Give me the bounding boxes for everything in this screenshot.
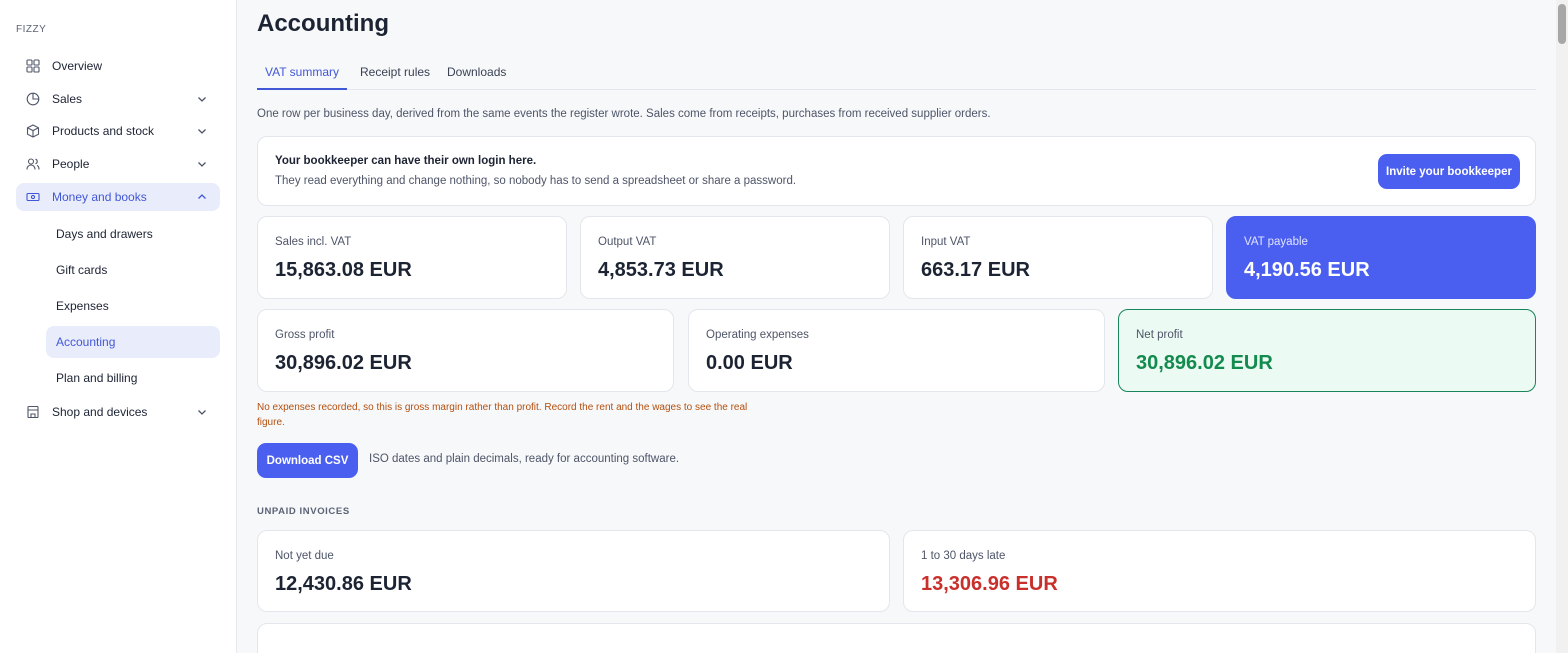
stat-value: 30,896.02 EUR — [275, 352, 412, 374]
nav-label-money-and-books: Money and books — [52, 190, 147, 204]
stat-value: 12,430.86 EUR — [275, 573, 412, 595]
nav-item-overview[interactable]: Overview — [16, 52, 220, 80]
nav-label-sales: Sales — [52, 92, 83, 106]
nav-label-overview: Overview — [52, 59, 103, 73]
chevron-down-icon — [196, 93, 208, 105]
stat-card-operating-expenses: Operating expenses 0.00 EUR — [688, 309, 1105, 392]
stat-label: Input VAT — [921, 236, 971, 248]
nav-item-money-and-books[interactable]: Money and books — [16, 183, 220, 211]
stat-label: Sales incl. VAT — [275, 236, 352, 248]
brand-name: FIZZY — [16, 24, 47, 35]
chevron-down-icon — [196, 158, 208, 170]
stat-label: Output VAT — [598, 236, 657, 248]
stat-card-output-vat: Output VAT 4,853.73 EUR — [580, 216, 890, 299]
box-icon — [26, 124, 40, 138]
nav-item-people[interactable]: People — [16, 150, 220, 178]
stat-value: 4,853.73 EUR — [598, 259, 724, 281]
stat-card-sales-incl-vat: Sales incl. VAT 15,863.08 EUR — [257, 216, 567, 299]
stat-value: 13,306.96 EUR — [921, 573, 1058, 595]
stat-label: Gross profit — [275, 329, 335, 341]
sidebar: FIZZY Overview Sales Products and stock … — [0, 0, 237, 653]
stat-label: Net profit — [1136, 329, 1183, 341]
stat-value: 663.17 EUR — [921, 259, 1030, 281]
sub-item-expenses[interactable]: Expenses — [46, 290, 220, 322]
store-icon — [26, 405, 40, 419]
stat-card-vat-payable: VAT payable 4,190.56 EUR — [1226, 216, 1536, 299]
stat-card-not-yet-due: Not yet due 12,430.86 EUR — [257, 530, 890, 612]
stat-label: VAT payable — [1244, 236, 1308, 248]
chevron-down-icon — [196, 125, 208, 137]
chevron-down-icon — [196, 406, 208, 418]
tab-vat-summary[interactable]: VAT summary — [257, 56, 347, 90]
sub-item-days-and-drawers[interactable]: Days and drawers — [46, 218, 220, 250]
tab-downloads[interactable]: Downloads — [447, 56, 506, 90]
stat-card-gross-profit: Gross profit 30,896.02 EUR — [257, 309, 674, 392]
bookkeeper-banner: Your bookkeeper can have their own login… — [257, 136, 1536, 206]
page-title: Accounting — [257, 10, 389, 37]
invite-bookkeeper-button[interactable]: Invite your bookkeeper — [1378, 154, 1520, 189]
main-content: Accounting VAT summary Receipt rules Dow… — [257, 0, 1536, 653]
stat-label: Operating expenses — [706, 329, 809, 341]
download-csv-button[interactable]: Download CSV — [257, 443, 358, 478]
stat-value: 15,863.08 EUR — [275, 259, 412, 281]
sub-item-plan-and-billing[interactable]: Plan and billing — [46, 362, 220, 394]
nav-item-shop-and-devices[interactable]: Shop and devices — [16, 398, 220, 426]
csv-note: ISO dates and plain decimals, ready for … — [369, 453, 680, 465]
stat-value: 30,896.02 EUR — [1136, 352, 1273, 374]
page-scrollbar[interactable] — [1556, 0, 1568, 653]
nav-label-products: Products and stock — [52, 124, 155, 138]
grid-icon — [26, 59, 40, 73]
pie-chart-icon — [26, 92, 40, 106]
unpaid-invoices-heading: UNPAID INVOICES — [257, 506, 350, 517]
banknote-icon — [26, 190, 40, 204]
nav-label-shop-and-devices: Shop and devices — [52, 405, 148, 419]
nav-item-sales[interactable]: Sales — [16, 85, 220, 113]
banner-subtitle: They read everything and change nothing,… — [275, 175, 797, 187]
tab-receipt-rules[interactable]: Receipt rules — [360, 56, 430, 90]
stat-card-input-vat: Input VAT 663.17 EUR — [903, 216, 1213, 299]
sub-item-accounting[interactable]: Accounting — [46, 326, 220, 358]
nav-item-products[interactable]: Products and stock — [16, 117, 220, 145]
users-icon — [26, 157, 40, 171]
next-section-card — [257, 623, 1536, 653]
stat-label: Not yet due — [275, 550, 334, 562]
sub-item-gift-cards[interactable]: Gift cards — [46, 254, 220, 286]
chevron-up-icon — [196, 191, 208, 203]
stat-card-net-profit: Net profit 30,896.02 EUR — [1118, 309, 1536, 392]
tab-bar: VAT summary Receipt rules Downloads — [257, 56, 1536, 90]
stat-label: 1 to 30 days late — [921, 550, 1006, 562]
nav-label-people: People — [52, 157, 90, 171]
banner-title: Your bookkeeper can have their own login… — [275, 155, 537, 167]
stat-value: 4,190.56 EUR — [1244, 259, 1370, 281]
page-intro: One row per business day, derived from t… — [257, 108, 991, 120]
stat-card-1-to-30-days-late: 1 to 30 days late 13,306.96 EUR — [903, 530, 1536, 612]
expenses-warning: No expenses recorded, so this is gross m… — [257, 402, 748, 428]
stat-value: 0.00 EUR — [706, 352, 793, 374]
scrollbar-thumb[interactable] — [1558, 4, 1566, 44]
